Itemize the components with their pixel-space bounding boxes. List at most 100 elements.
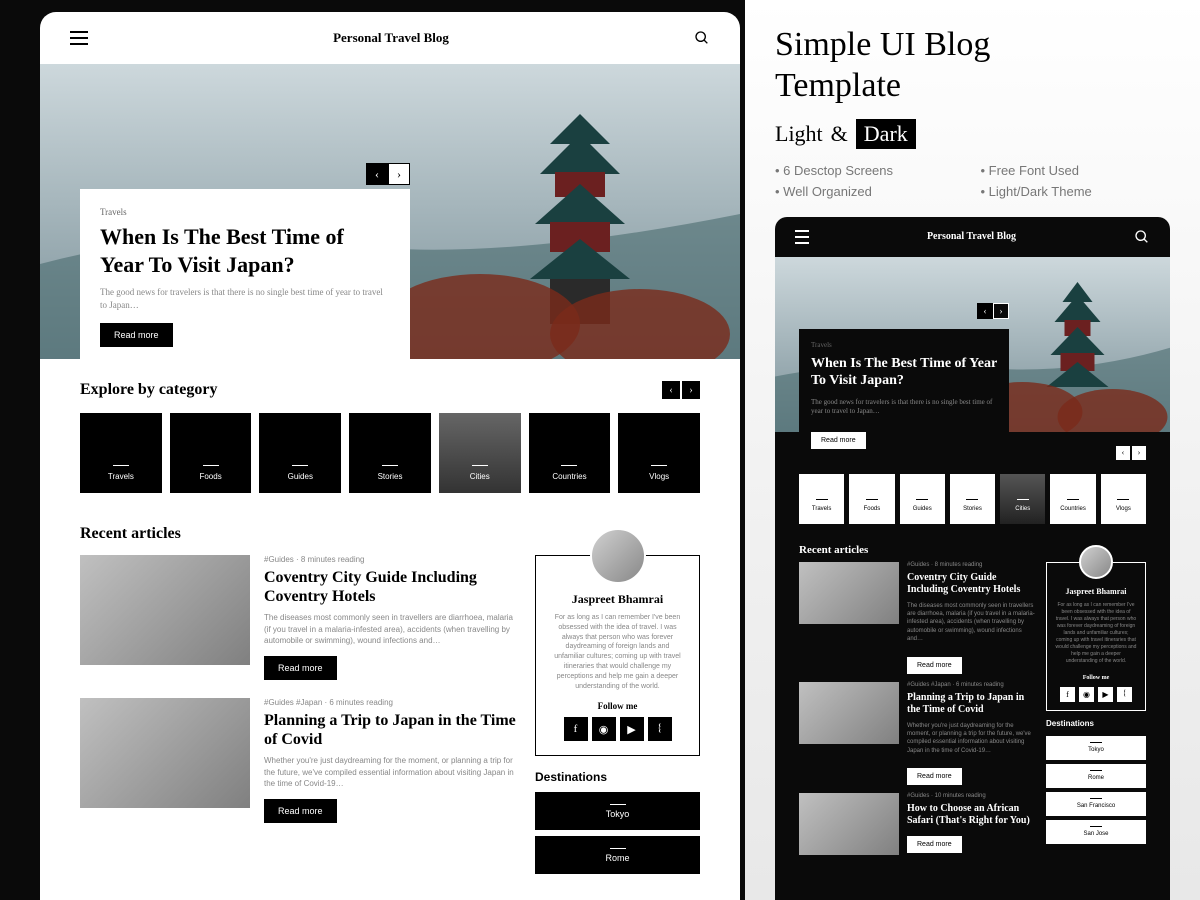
article-card: #Guides · 8 minutes reading Coventry City… [799,562,1036,674]
promo-bullet: Light/Dark Theme [981,184,1171,199]
hero-carousel-nav: ‹ › [366,163,410,185]
category-tile[interactable]: Countries [1050,474,1095,524]
social-icon[interactable]: ▶ [620,717,644,741]
hero-next-button[interactable]: › [993,303,1009,319]
hero-excerpt: The good news for travelers is that ther… [100,286,390,311]
dark-badge: Dark [856,119,916,149]
hero-prev-button[interactable]: ‹ [366,163,388,185]
destination-tile[interactable]: San Jose [1046,820,1146,844]
category-tile[interactable]: Guides [900,474,945,524]
dark-preview: Personal Travel Blog [775,217,1170,900]
promo-bullet: 6 Desctop Screens [775,163,965,178]
hero-card: ‹ › Travels When Is The Best Time of Yea… [799,329,1009,462]
hero-readmore-button[interactable]: Read more [811,432,866,449]
hamburger-icon[interactable] [795,230,809,244]
article-card: #Guides #Japan · 6 minutes reading Planni… [80,698,517,823]
article-readmore-button[interactable]: Read more [907,657,962,674]
hero-readmore-button[interactable]: Read more [100,323,173,347]
social-icon[interactable]: ▶ [1098,687,1113,702]
article-card: #Guides · 10 minutes reading How to Choos… [799,793,1036,855]
hero: ‹ › Travels When Is The Best Time of Yea… [40,64,740,359]
article-excerpt: The diseases most commonly seen in trave… [264,612,517,646]
cat-prev-button[interactable]: ‹ [662,381,680,399]
article-card: #Guides #Japan · 6 minutes readingPlanni… [799,682,1036,786]
author-card: Jaspreet Bhamrai For as long as I can re… [535,555,700,756]
cat-next-button[interactable]: › [1132,446,1146,460]
article-title[interactable]: How to Choose an African Safari (That's … [907,803,1036,827]
light-preview: Personal Travel Blog [40,12,740,900]
category-nav: ‹ › [662,381,700,399]
article-title[interactable]: Coventry City Guide Including Coventry H… [264,568,517,606]
category-tile[interactable]: Cities [1000,474,1045,524]
promo-title: Simple UI BlogTemplate [775,25,1170,107]
hero-prev-button[interactable]: ‹ [977,303,993,319]
category-tile[interactable]: Cities [439,413,521,493]
social-icon[interactable]: ◉ [592,717,616,741]
category-tile[interactable]: Travels [799,474,844,524]
social-icon[interactable]: 𝄔 [648,717,672,741]
article-meta: #Guides · 10 minutes reading [907,793,1036,799]
article-excerpt: Whether you're just daydreaming for the … [907,722,1036,756]
category-tile[interactable]: Foods [170,413,252,493]
destination-tile[interactable]: Rome [1046,764,1146,788]
social-icon[interactable]: f [1060,687,1075,702]
category-tile[interactable]: Foods [849,474,894,524]
category-tile[interactable]: Vlogs [1101,474,1146,524]
search-icon[interactable] [1134,229,1150,245]
article-readmore-button[interactable]: Read more [264,799,337,823]
destination-tile[interactable]: Rome [535,836,700,874]
category-tile[interactable]: Travels [80,413,162,493]
author-bio: For as long as I can remember I've been … [550,613,685,691]
promo-bullet: Well Organized [775,184,965,199]
article-excerpt: Whether you're just daydreaming for the … [264,755,517,789]
promo-bullets: 6 Desctop Screens Free Font Used Well Orga… [775,163,1170,199]
social-icon[interactable]: 𝄔 [1117,687,1132,702]
destination-tile[interactable]: San Francisco [1046,792,1146,816]
left-panel: Personal Travel Blog [0,0,745,900]
article-excerpt: The diseases most commonly seen in trave… [907,602,1036,644]
article-title[interactable]: Coventry City Guide Including Coventry H… [907,572,1036,596]
article-readmore-button[interactable]: Read more [907,768,962,785]
cat-prev-button[interactable]: ‹ [1116,446,1130,460]
article-image [80,555,250,665]
hero-card: ‹ › Travels When Is The Best Time of Yea… [80,189,410,367]
right-panel: Simple UI BlogTemplate Light & Dark 6 De… [745,0,1200,900]
search-icon[interactable] [694,30,710,46]
author-name: Jaspreet Bhamrai [550,592,685,607]
social-icon[interactable]: ◉ [1079,687,1094,702]
site-title: Personal Travel Blog [927,231,1016,242]
cat-next-button[interactable]: › [682,381,700,399]
article-meta: #Guides · 8 minutes reading [264,555,517,564]
hamburger-icon[interactable] [70,31,88,45]
navbar: Personal Travel Blog [40,12,740,64]
category-tile[interactable]: Stories [349,413,431,493]
hero-next-button[interactable]: › [388,163,410,185]
article-image [80,698,250,808]
article-title[interactable]: Planning a Trip to Japan in the Time of … [264,711,517,749]
category-tile[interactable]: Stories [950,474,995,524]
social-icon[interactable]: f [564,717,588,741]
article-image [799,562,899,624]
avatar [590,528,646,584]
hero-category: Travels [100,207,390,217]
category-tile[interactable]: Guides [259,413,341,493]
article-card: #Guides · 8 minutes reading Coventry City… [80,555,517,680]
promo-subtitle: Light & Dark [775,119,1170,149]
category-section: Explore by category ‹ › TravelsFoodsGuid… [40,359,740,503]
article-readmore-button[interactable]: Read more [907,836,962,853]
category-tile[interactable]: Countries [529,413,611,493]
destination-tile[interactable]: Tokyo [535,792,700,830]
avatar [1079,545,1113,579]
article-image [799,793,899,855]
promo-bullet: Free Font Used [981,163,1171,178]
article-meta: #Guides · 8 minutes reading [907,562,1036,568]
article-image [799,682,899,744]
article-title[interactable]: Planning a Trip to Japan in the Time of … [907,692,1036,716]
destination-tile[interactable]: Tokyo [1046,736,1146,760]
dest-heading: Destinations [535,770,700,784]
category-heading: Explore by category [80,381,217,399]
category-tile[interactable]: Vlogs [618,413,700,493]
follow-label: Follow me [550,701,685,711]
article-readmore-button[interactable]: Read more [264,656,337,680]
article-meta: #Guides #Japan · 6 minutes reading [264,698,517,707]
